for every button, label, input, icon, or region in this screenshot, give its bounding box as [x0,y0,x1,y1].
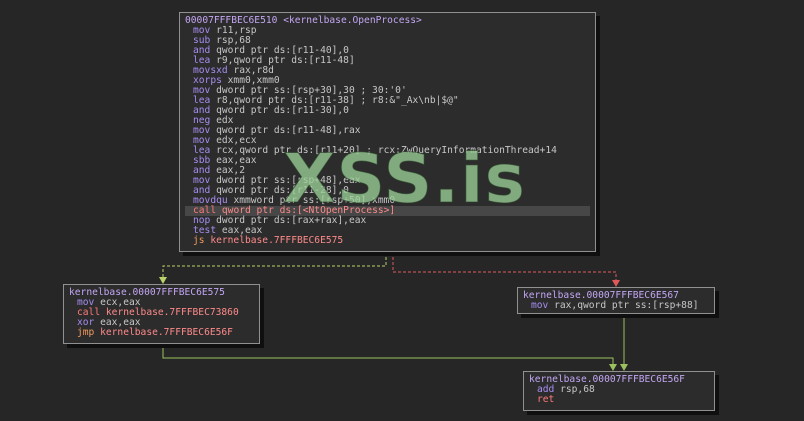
block-openprocess[interactable]: 00007FFFBEC6E510 <kernelbase.OpenProcess… [179,12,596,252]
edge-left-arrow [609,364,617,371]
instruction-mnemonic: ret [537,394,555,405]
block-success-path[interactable]: kernelbase.00007FFFBEC6E567 mov rax,qword… [517,287,715,314]
instruction-operands: rcx,qword ptr ds:[r11+20] ; rcx:ZwQueryI… [216,145,557,156]
instruction-line[interactable]: add rsp,68 [529,385,709,395]
edge-false-arrow [612,280,620,287]
edge-true-arrow [159,277,167,284]
edge-right-arrow [620,364,628,371]
block-error-path[interactable]: kernelbase.00007FFFBEC6E575 mov ecx,eax ca… [63,284,260,344]
instruction-operands: rsp,68 [560,384,595,395]
instruction-operands: kernelbase.7FFFBEC6E575 [210,235,344,246]
block-epilogue[interactable]: kernelbase.00007FFFBEC6E56F add rsp,68 ret [523,371,715,411]
instruction-operands: qword ptr ds:[r11-30],0 [216,105,349,116]
instruction-line[interactable]: mov rax,qword ptr ss:[rsp+88] [523,301,709,311]
edge-true-branch [162,252,387,280]
instruction-operands: kernelbase.7FFFBEC6E56F [100,327,233,338]
instruction-line[interactable]: sbb eax,eax [185,156,590,166]
instruction-mnemonic: jmp [77,327,101,338]
instruction-line[interactable]: and qword ptr ds:[r11-30],0 [185,106,590,116]
instruction-mnemonic: js [193,235,211,246]
instruction-line[interactable]: js kernelbase.7FFFBEC6E575 [185,236,590,246]
edge-false-branch [392,252,617,282]
edge-left-to-exit [162,344,614,366]
instruction-operands: rax,qword ptr ss:[rsp+88] [554,300,699,311]
instruction-mnemonic: mov [531,300,555,311]
instruction-line[interactable]: ret [529,395,709,405]
instruction-line[interactable]: jmp kernelbase.7FFFBEC6E56F [69,328,254,338]
